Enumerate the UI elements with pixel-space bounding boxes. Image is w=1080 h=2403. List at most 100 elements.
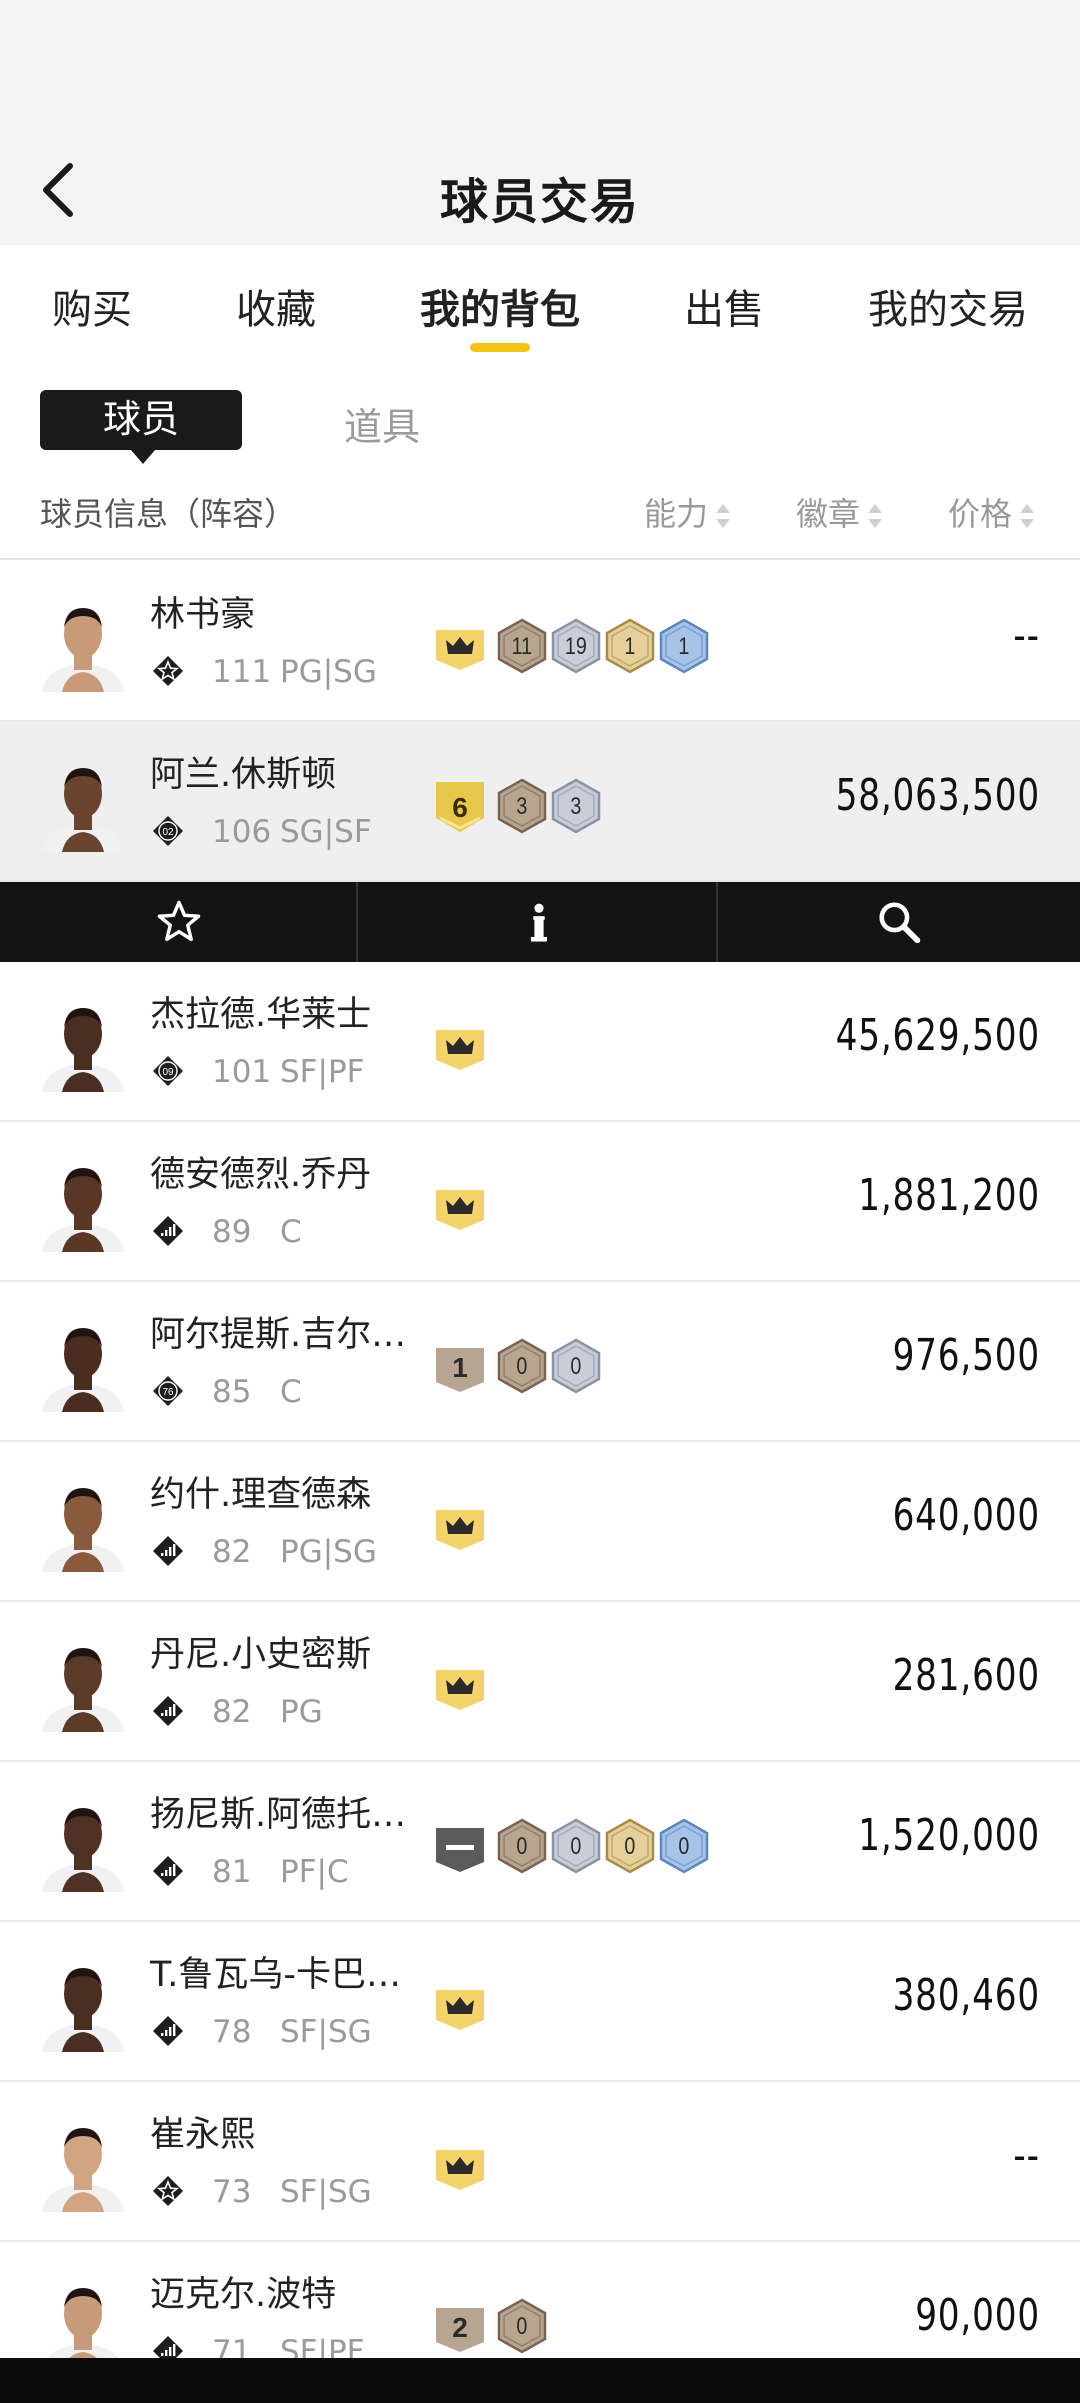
- subtab-items[interactable]: 道具: [344, 396, 420, 451]
- crown-badge-icon: [436, 1190, 484, 1230]
- player-rating: 73: [212, 2174, 252, 2210]
- player-avatar: [42, 1168, 124, 1252]
- search-button[interactable]: [720, 882, 1078, 962]
- player-price: 380,460: [892, 1970, 1040, 2021]
- player-position: SF|SG: [280, 2014, 372, 2050]
- player-avatar: [42, 2288, 124, 2372]
- player-row[interactable]: 德安德烈.乔丹 89 C 1,881,200: [0, 1122, 1080, 1282]
- player-rating: 89: [212, 1214, 252, 1250]
- column-ability-sort[interactable]: 能力: [644, 489, 731, 535]
- silver-badge-icon: 3: [551, 778, 601, 834]
- badge-count: 19: [565, 632, 587, 659]
- player-position: SF|PF: [280, 1054, 365, 1090]
- player-row[interactable]: 阿兰.休斯顿 02 106 SG|SF 6 3 3 58,063,500: [0, 722, 1080, 882]
- player-name: 德安德烈.乔丹: [150, 1155, 372, 1195]
- player-position: SG|SF: [280, 814, 372, 850]
- player-name: 杰拉德.华莱士: [150, 995, 372, 1035]
- player-row[interactable]: 扬尼斯.阿德托… 81 PF|C 0 0 0 0 1,520,000: [0, 1762, 1080, 1922]
- player-price: 1,881,200: [858, 1170, 1040, 1221]
- jersey-number-icon: 76: [153, 1376, 183, 1406]
- tab-buy[interactable]: 购买: [52, 277, 132, 335]
- badge-count: 1: [452, 1352, 468, 1383]
- favorite-button[interactable]: [0, 882, 358, 962]
- column-ability-label: 能力: [644, 495, 709, 533]
- player-name: 丹尼.小史密斯: [150, 1635, 372, 1675]
- badge-count: 1: [624, 632, 635, 659]
- badge-count: 0: [516, 1352, 527, 1379]
- page-title: 球员交易: [439, 174, 640, 230]
- player-avatar: [42, 1328, 124, 1412]
- jersey-number: 09: [162, 1067, 174, 1078]
- tab-sell[interactable]: 出售: [684, 277, 764, 335]
- column-badge-sort[interactable]: 徽章: [796, 489, 883, 535]
- player-position: C: [280, 1214, 302, 1250]
- player-rating: 111: [212, 654, 272, 690]
- status-bar: [0, 0, 1080, 120]
- player-row[interactable]: 约什.理查德森 82 PG|SG 640,000: [0, 1442, 1080, 1602]
- player-price: 45,629,500: [835, 1010, 1040, 1061]
- column-header: 球员信息（阵容） 能力 徽章 价格: [0, 475, 1080, 560]
- star-icon: [157, 900, 201, 941]
- tab-my-trades[interactable]: 我的交易: [868, 277, 1028, 335]
- gold-badge-icon: 0: [605, 1818, 655, 1874]
- player-name: 迈克尔.波特: [150, 2275, 337, 2315]
- player-avatar: [42, 1968, 124, 2052]
- level-badge-icon: 1: [436, 1348, 484, 1392]
- level-badge-icon: 6: [436, 782, 484, 832]
- badge-count: 0: [516, 2312, 527, 2339]
- player-avatar: [42, 1808, 124, 1892]
- star-tier-icon: [153, 656, 183, 686]
- player-row[interactable]: 丹尼.小史密斯 82 PG 281,600: [0, 1602, 1080, 1762]
- star-tier-icon: [153, 2176, 183, 2206]
- badge-count: 0: [570, 1352, 581, 1379]
- player-row[interactable]: 林书豪 111 PG|SG 11 19 1 1 --: [0, 562, 1080, 722]
- badge-count: 0: [624, 1832, 635, 1859]
- crown-badge-icon: [436, 630, 484, 670]
- player-avatar: [42, 1648, 124, 1732]
- player-position: PG|SG: [280, 654, 377, 690]
- badge-count: 2: [452, 2312, 468, 2343]
- player-price: 1,520,000: [858, 1810, 1040, 1861]
- player-name: 扬尼斯.阿德托…: [150, 1795, 407, 1835]
- signal-tier-icon: [153, 1856, 183, 1886]
- player-row[interactable]: T.鲁瓦乌-卡巴… 78 SF|SG 380,460: [0, 1922, 1080, 2082]
- crown-badge-icon: [436, 1670, 484, 1710]
- player-avatar: [42, 768, 124, 852]
- signal-tier-icon: [153, 1536, 183, 1566]
- badge-count: 1: [678, 632, 689, 659]
- tab-favorites[interactable]: 收藏: [236, 277, 316, 335]
- column-player-info: 球员信息（阵容）: [40, 495, 297, 533]
- player-price: 90,000: [915, 2290, 1040, 2341]
- info-button[interactable]: [360, 882, 718, 962]
- bronze-badge-icon: 3: [497, 778, 547, 834]
- player-row[interactable]: 阿尔提斯.吉尔… 76 85 C 1 0 0 976,500: [0, 1282, 1080, 1442]
- jersey-number: 76: [162, 1387, 174, 1398]
- column-badge-label: 徽章: [796, 495, 861, 533]
- player-row[interactable]: 杰拉德.华莱士 09 101 SF|PF 45,629,500: [0, 962, 1080, 1122]
- player-rating: 85: [212, 1374, 252, 1410]
- player-name: T.鲁瓦乌-卡巴…: [150, 1955, 401, 1995]
- jersey-number-icon: 02: [153, 816, 183, 846]
- player-position: SF|SG: [280, 2174, 372, 2210]
- player-rating: 78: [212, 2014, 252, 2050]
- badge-count: 3: [570, 792, 581, 819]
- player-price: 58,063,500: [835, 770, 1040, 821]
- column-price-sort[interactable]: 价格: [948, 489, 1035, 535]
- row-action-bar: [0, 882, 1080, 962]
- blue-badge-icon: 0: [659, 1818, 709, 1874]
- subtab-players[interactable]: 球员: [40, 390, 242, 464]
- player-rating: 82: [212, 1534, 252, 1570]
- player-rating: 81: [212, 1854, 252, 1890]
- bronze-badge-icon: 0: [497, 1338, 547, 1394]
- player-price: 281,600: [892, 1650, 1040, 1701]
- main-tabs: 购买 收藏 我的背包 出售 我的交易: [0, 245, 1080, 370]
- player-position: PF|C: [280, 1854, 349, 1890]
- crown-badge-icon: [436, 1030, 484, 1070]
- player-row[interactable]: 崔永熙 73 SF|SG --: [0, 2082, 1080, 2242]
- info-icon: [530, 903, 548, 942]
- badge-count: 3: [516, 792, 527, 819]
- player-price: --: [1013, 610, 1040, 661]
- player-price: --: [1013, 2130, 1040, 2181]
- tab-my-backpack[interactable]: 我的背包: [420, 277, 580, 335]
- player-avatar: [42, 1008, 124, 1092]
